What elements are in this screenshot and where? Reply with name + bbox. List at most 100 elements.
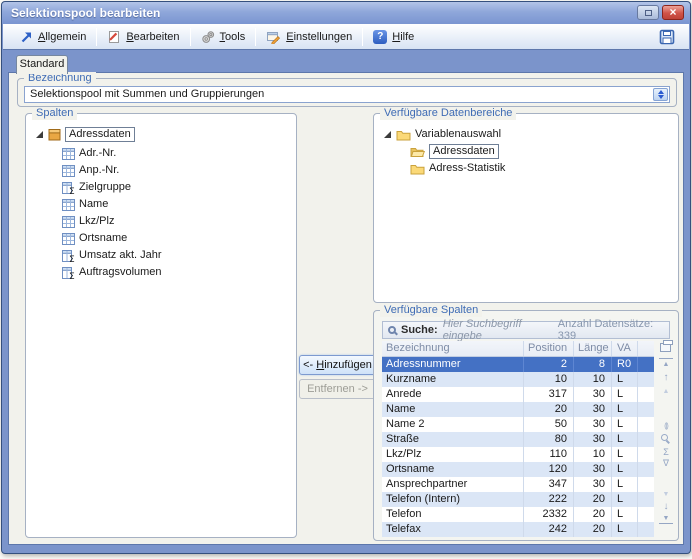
- cell-filler: [638, 447, 654, 462]
- cell-laenge: 30: [574, 477, 612, 492]
- cell-laenge: 20: [574, 522, 612, 537]
- cell-laenge: 30: [574, 462, 612, 477]
- sum-icon[interactable]: [659, 446, 673, 457]
- save-icon: [659, 29, 675, 44]
- table-sum-icon: Σ: [62, 249, 75, 262]
- cell-position: 80: [524, 432, 574, 447]
- cell-filler: [638, 477, 654, 492]
- table-row[interactable]: Telefon (Intern) 222 20 L: [382, 492, 654, 507]
- table-row[interactable]: Straße 80 30 L: [382, 432, 654, 447]
- menu-label: Tools: [219, 30, 246, 43]
- tree-node-adressdaten-folder[interactable]: Adressdaten: [410, 143, 499, 160]
- cell-position: 347: [524, 477, 574, 492]
- columns-grid: Bezeichnung Position Länge VA Adressnumm…: [382, 341, 654, 537]
- scroll-top-icon[interactable]: [659, 358, 673, 369]
- svg-text:Σ: Σ: [69, 187, 75, 194]
- cell-laenge: 30: [574, 402, 612, 417]
- cell-position: 222: [524, 492, 574, 507]
- tree-item-column[interactable]: Σ Umsatz akt. Jahr: [62, 247, 162, 264]
- cell-filler: [638, 357, 654, 372]
- menu-hilfe[interactable]: ? Hilfe: [365, 27, 422, 47]
- page-down-icon[interactable]: [659, 489, 673, 500]
- table-row[interactable]: Name 2 50 30 L: [382, 417, 654, 432]
- cell-filler: [638, 402, 654, 417]
- menu-tools[interactable]: Tools: [193, 27, 254, 47]
- close-button[interactable]: [662, 5, 684, 20]
- group-datenbereiche: Verfügbare Datenbereiche Variablenauswah…: [373, 107, 679, 303]
- tree-node-adress-statistik[interactable]: Adress-Statistik: [410, 160, 505, 177]
- tab-standard[interactable]: Standard: [16, 55, 68, 74]
- tree-item-column[interactable]: Adr.-Nr.: [62, 145, 116, 162]
- scroll-down-icon[interactable]: [659, 501, 673, 512]
- cell-bezeichnung: Ortsname: [382, 462, 524, 477]
- menu-allgemein[interactable]: Allgemein: [11, 27, 94, 47]
- table-row[interactable]: Telefax 242 20 L: [382, 522, 654, 537]
- tree-item-column[interactable]: Ortsname: [62, 230, 127, 247]
- tree-item-column[interactable]: Σ Zielgruppe: [62, 179, 131, 196]
- tree-item-column[interactable]: Anp.-Nr.: [62, 162, 119, 179]
- tree-item-label: Anp.-Nr.: [79, 164, 120, 176]
- expander-icon[interactable]: [36, 131, 43, 138]
- table-row[interactable]: Adressnummer 2 8 R0: [382, 357, 654, 372]
- grid-side-toolbar: [657, 340, 675, 537]
- group-verfuegbare-spalten: Verfügbare Spalten Suche: Hier Suchbegri…: [373, 304, 679, 541]
- table-row[interactable]: Ansprechpartner 347 30 L: [382, 477, 654, 492]
- table-row[interactable]: Lkz/Plz 110 10 L: [382, 447, 654, 462]
- cell-filler: [638, 462, 654, 477]
- remove-button[interactable]: Entfernen ->: [299, 379, 376, 399]
- cell-va: L: [612, 387, 638, 402]
- spin-down-icon: [657, 95, 664, 99]
- scroll-up-icon[interactable]: [659, 372, 673, 383]
- tree-item-label: Zielgruppe: [79, 181, 131, 193]
- search-placeholder: Hier Suchbegriff eingebe: [442, 318, 522, 342]
- tab-page: Bezeichnung Selektionspool mit Summen un…: [8, 72, 684, 545]
- menu-einstellungen[interactable]: Einstellungen: [258, 27, 360, 47]
- cell-filler: [638, 492, 654, 507]
- scroll-bottom-icon[interactable]: [659, 513, 673, 524]
- cell-bezeichnung: Telefon (Intern): [382, 492, 524, 507]
- tree-node-label: Adressdaten: [65, 127, 135, 142]
- table-row[interactable]: Kurzname 10 10 L: [382, 372, 654, 387]
- expander-icon[interactable]: [384, 131, 391, 138]
- table-row[interactable]: Anrede 317 30 L: [382, 387, 654, 402]
- header-laenge[interactable]: Länge: [574, 341, 612, 356]
- table-row[interactable]: Name 20 30 L: [382, 402, 654, 417]
- column-chooser-icon[interactable]: [660, 340, 673, 352]
- table-icon: [62, 147, 75, 160]
- record-count: Anzahl Datensätze: 339: [557, 318, 654, 342]
- toolbar-separator: [96, 27, 98, 46]
- tree-node-adressdaten[interactable]: Adressdaten: [36, 126, 135, 143]
- row-indicator-icon[interactable]: [659, 421, 673, 432]
- tree-item-column[interactable]: Σ Auftragsvolumen: [62, 264, 162, 281]
- search-row-icon[interactable]: [661, 434, 668, 441]
- cell-laenge: 10: [574, 372, 612, 387]
- tree-item-column[interactable]: Name: [62, 196, 108, 213]
- filter-icon[interactable]: [659, 458, 673, 469]
- cell-bezeichnung: Ansprechpartner: [382, 477, 524, 492]
- cell-va: L: [612, 372, 638, 387]
- titlebar[interactable]: Selektionspool bearbeiten: [2, 2, 690, 24]
- cell-bezeichnung: Telefax: [382, 522, 524, 537]
- header-position[interactable]: Position: [524, 341, 574, 356]
- svg-text:Σ: Σ: [69, 272, 75, 279]
- cell-filler: [638, 522, 654, 537]
- save-button[interactable]: [659, 29, 681, 45]
- restore-button[interactable]: [637, 5, 659, 20]
- table-row[interactable]: Ortsname 120 30 L: [382, 462, 654, 477]
- header-va[interactable]: VA: [612, 341, 638, 356]
- header-bezeichnung[interactable]: Bezeichnung: [382, 341, 524, 356]
- table-sum-icon: Σ: [62, 266, 75, 279]
- add-button[interactable]: <- Hinzufügen: [299, 355, 376, 375]
- search-input[interactable]: Suche: Hier Suchbegriff eingebe Anzahl D…: [382, 318, 670, 342]
- tree-item-column[interactable]: Lkz/Plz: [62, 213, 114, 230]
- cell-va: L: [612, 417, 638, 432]
- arrow-up-right-icon: [21, 32, 31, 42]
- menu-bearbeiten[interactable]: Bearbeiten: [99, 27, 187, 47]
- page-up-icon[interactable]: [659, 386, 673, 397]
- tree-node-label: Adressdaten: [429, 144, 499, 159]
- bezeichnung-value: Selektionspool mit Summen und Gruppierun…: [30, 88, 265, 100]
- table-row[interactable]: Telefon 2332 20 L: [382, 507, 654, 522]
- bezeichnung-combobox[interactable]: Selektionspool mit Summen und Gruppierun…: [24, 86, 670, 103]
- combobox-spinner-button[interactable]: [653, 88, 668, 101]
- tree-node-variablenauswahl[interactable]: Variablenauswahl: [384, 126, 501, 143]
